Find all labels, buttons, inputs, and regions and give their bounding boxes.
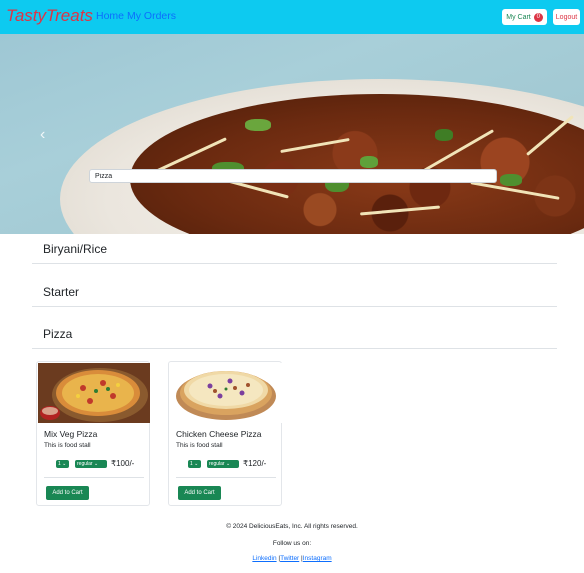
footer-copyright: © 2024 DeliciousEats, Inc. All rights re… bbox=[226, 523, 358, 530]
hero-carousel: ‹ bbox=[0, 34, 584, 234]
product-image bbox=[38, 363, 150, 423]
my-cart-button[interactable]: My Cart 0 bbox=[502, 9, 547, 25]
garnish bbox=[435, 129, 453, 141]
garnish bbox=[360, 156, 378, 168]
garnish bbox=[500, 174, 522, 186]
garnish bbox=[245, 119, 271, 131]
quantity-select[interactable]: 1 ⌄ bbox=[56, 460, 69, 468]
category-biryani-rice: Biryani/Rice bbox=[43, 242, 108, 256]
footer-follow-label: Follow us on: bbox=[272, 540, 312, 547]
instagram-link[interactable]: Instagram bbox=[303, 555, 332, 562]
product-image bbox=[170, 363, 282, 423]
divider bbox=[32, 263, 557, 264]
divider bbox=[32, 306, 557, 307]
brand-logo[interactable]: TastyTreats bbox=[6, 6, 93, 26]
divider bbox=[32, 348, 557, 349]
add-to-cart-button[interactable]: Add to Cart bbox=[46, 486, 89, 500]
twitter-link[interactable]: Twitter bbox=[280, 555, 299, 562]
card-divider bbox=[44, 477, 144, 478]
quantity-select[interactable]: 1 ⌄ bbox=[188, 460, 201, 468]
product-name: Mix Veg Pizza bbox=[44, 429, 98, 439]
footer-social-links: Linkedin |Twitter |Instagram bbox=[252, 555, 332, 562]
my-cart-label: My Cart bbox=[506, 13, 531, 21]
product-price: ₹120/- bbox=[243, 459, 267, 468]
product-card: Chicken Cheese Pizza This is food stall … bbox=[168, 361, 282, 506]
linkedin-link[interactable]: Linkedin bbox=[252, 555, 276, 562]
category-pizza: Pizza bbox=[43, 327, 73, 341]
product-price: ₹100/- bbox=[111, 459, 135, 468]
product-description: This is food stall bbox=[44, 442, 91, 449]
logout-button[interactable]: Logout bbox=[553, 9, 580, 25]
size-select[interactable]: regular ⌄ bbox=[207, 460, 239, 468]
nav-home-link[interactable]: Home bbox=[96, 10, 124, 22]
add-to-cart-button[interactable]: Add to Cart bbox=[178, 486, 221, 500]
carousel-prev-icon[interactable]: ‹ bbox=[40, 126, 45, 144]
product-card: Mix Veg Pizza This is food stall 1 ⌄ reg… bbox=[36, 361, 150, 506]
product-name: Chicken Cheese Pizza bbox=[176, 429, 262, 439]
card-divider bbox=[176, 477, 276, 478]
search-input[interactable] bbox=[89, 169, 497, 183]
size-select[interactable]: regular ⌄ bbox=[75, 460, 107, 468]
nav-my-orders-link[interactable]: My Orders bbox=[127, 10, 176, 22]
category-starter: Starter bbox=[43, 285, 80, 299]
cart-count-badge: 0 bbox=[533, 12, 543, 22]
product-description: This is food stall bbox=[176, 442, 223, 449]
navbar: TastyTreats Home My Orders My Cart 0 Log… bbox=[0, 0, 584, 34]
